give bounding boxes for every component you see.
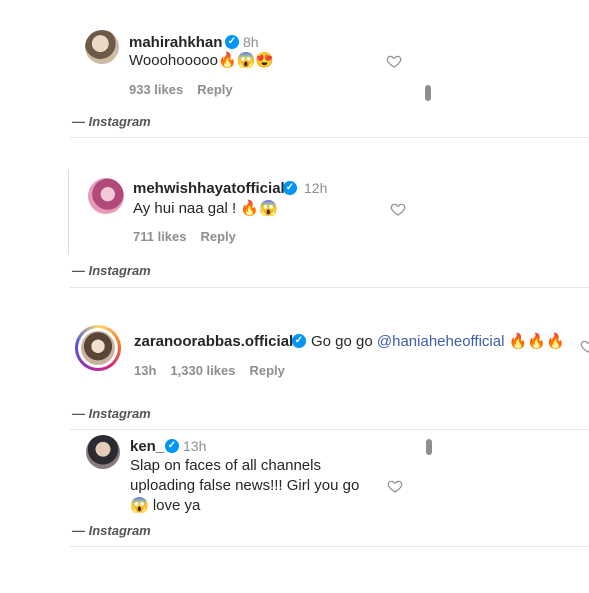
avatar bbox=[81, 331, 115, 365]
scrollbar-thumb[interactable] bbox=[426, 439, 432, 455]
heart-outline-icon[interactable] bbox=[386, 53, 402, 69]
embed-source-label: — Instagram bbox=[72, 114, 151, 129]
story-ring[interactable] bbox=[75, 325, 121, 371]
likes-count[interactable]: 711 likes bbox=[133, 229, 187, 244]
comment-text: Wooohooooo🔥😱😍 bbox=[129, 52, 274, 69]
divider bbox=[70, 287, 589, 288]
reply-button[interactable]: Reply bbox=[249, 363, 284, 378]
mention-link[interactable]: @haniaheheofficial bbox=[377, 333, 505, 350]
comment-text: Ay hui naa gal ! 🔥😱 bbox=[133, 200, 278, 217]
avatar[interactable] bbox=[85, 30, 119, 64]
comment-meta: 711 likes Reply bbox=[133, 229, 250, 244]
comment-text-prefix: Go go go bbox=[311, 333, 373, 350]
comment-username[interactable]: mehwishhayatofficial bbox=[133, 180, 285, 197]
embed-source-label: — Instagram bbox=[72, 263, 151, 278]
verified-badge-icon: ✓ bbox=[225, 35, 239, 49]
heart-outline-icon[interactable] bbox=[387, 478, 403, 494]
comment-username[interactable]: zaranoorabbas.official bbox=[134, 333, 293, 350]
embed-source-label: — Instagram bbox=[72, 406, 151, 421]
divider bbox=[70, 137, 589, 138]
comment-timestamp[interactable]: 13h bbox=[134, 363, 156, 378]
heart-outline-icon[interactable] bbox=[390, 201, 406, 217]
likes-count[interactable]: 1,330 likes bbox=[170, 363, 235, 378]
comment-text: Go go go @haniaheheofficial 🔥🔥🔥 bbox=[311, 331, 565, 352]
comment-card-mehwishhayatofficial: mehwishhayatofficial ✓ 12h Ay hui naa ga… bbox=[68, 170, 437, 254]
comment-text-line: uploading false news!!! Girl you go bbox=[130, 477, 360, 494]
verified-badge-icon: ✓ bbox=[292, 334, 306, 348]
divider bbox=[70, 546, 589, 547]
likes-count[interactable]: 933 likes bbox=[129, 82, 183, 97]
verified-badge-icon: ✓ bbox=[283, 181, 297, 195]
comment-username[interactable]: mahirahkhan bbox=[129, 34, 222, 51]
avatar[interactable] bbox=[88, 178, 124, 214]
comment-timestamp[interactable]: 8h bbox=[243, 34, 259, 50]
comment-meta: 13h 1,330 likes Reply bbox=[134, 363, 299, 378]
avatar[interactable] bbox=[86, 435, 120, 469]
verified-badge-icon: ✓ bbox=[165, 439, 179, 453]
scrollbar-thumb[interactable] bbox=[425, 85, 431, 101]
reply-button[interactable]: Reply bbox=[201, 229, 236, 244]
comment-text-line: 😱 love ya bbox=[130, 497, 201, 514]
comment-text-line: Slap on faces of all channels bbox=[130, 457, 321, 474]
reply-button[interactable]: Reply bbox=[197, 82, 232, 97]
comment-card-zaranoorabbas: zaranoorabbas.official ✓ Go go go @hania… bbox=[70, 320, 589, 390]
comment-timestamp[interactable]: 12h bbox=[304, 180, 327, 196]
comment-username[interactable]: ken_ bbox=[130, 438, 164, 455]
embed-source-label: — Instagram bbox=[72, 523, 151, 538]
comment-card-mahirahkhan: mahirahkhan ✓ 8h Wooohooooo🔥😱😍 933 likes… bbox=[75, 20, 435, 105]
comment-card-ken: ken_ ✓ 13h Slap on faces of all channels… bbox=[78, 430, 438, 516]
heart-outline-icon[interactable] bbox=[580, 338, 589, 354]
comment-meta: 933 likes Reply bbox=[129, 82, 247, 97]
comment-timestamp[interactable]: 13h bbox=[183, 438, 206, 454]
comment-emoji: 🔥🔥🔥 bbox=[508, 332, 565, 350]
